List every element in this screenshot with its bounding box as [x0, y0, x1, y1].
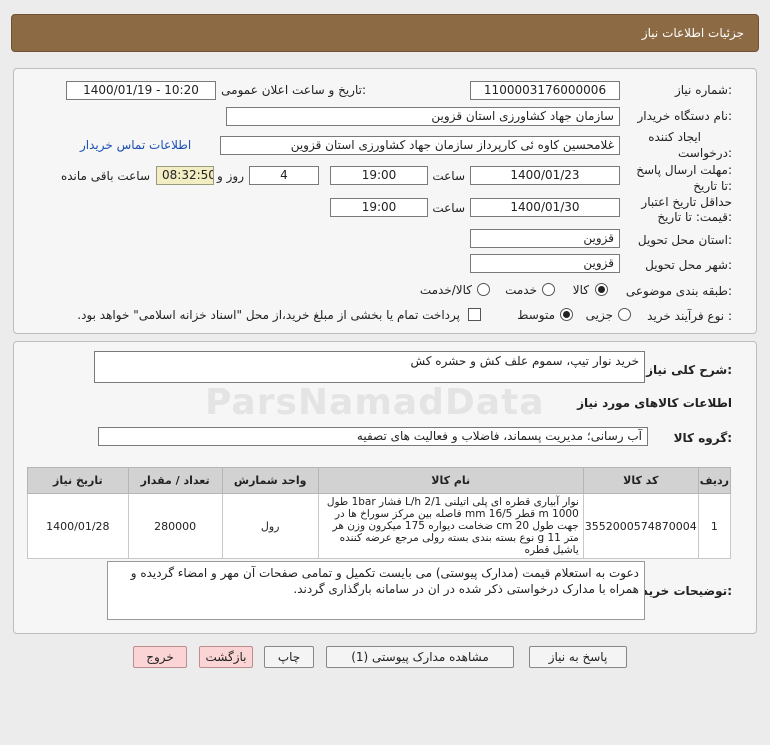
goods-group-field: آب رسانی؛ مدیریت پسماند، فاضلاب و فعالیت…: [98, 427, 648, 446]
need-number-field: 1100003176000006: [470, 81, 620, 100]
col-code: کد کالا: [582, 467, 699, 494]
view-documents-button[interactable]: مشاهده مدارک پیوستی (1): [326, 646, 514, 668]
buyer-contact-link[interactable]: اطلاعات تماس خریدار: [80, 138, 191, 152]
remaining-time-label: ساعت باقی مانده: [60, 169, 150, 183]
goods-section-title: اطلاعات کالاهای مورد نیاز: [577, 396, 732, 410]
process-option-minor: جزیی: [585, 308, 613, 322]
cell-row: 1: [697, 493, 732, 559]
buyer-org-label: نام دستگاه خریدار:: [637, 109, 733, 123]
payment-note: پرداخت تمام یا بخشی از مبلغ خرید،از محل …: [77, 308, 460, 322]
col-name: نام کالا: [317, 467, 584, 494]
process-label: نوع فرآیند خرید :: [647, 309, 732, 323]
reply-time-label: ساعت: [432, 169, 465, 183]
category-label: طبقه بندی موضوعی:: [625, 284, 732, 298]
reply-deadline-label-2: تا تاریخ:: [693, 179, 732, 193]
buyer-notes-field: دعوت به استعلام قیمت (مدارک پیوستی) می ب…: [107, 561, 645, 620]
category-option-goods-service: کالا/خدمت: [419, 283, 472, 297]
announce-field: 1400/01/19 - 10:20: [66, 81, 216, 100]
process-option-medium: متوسط: [517, 308, 555, 322]
cell-name: نوار آبیاری قطره ای پلی اتیلنی L/h 2/1 ف…: [317, 493, 584, 559]
category-option-goods: کالا: [572, 283, 589, 297]
col-date: تاریخ نیاز: [27, 467, 129, 494]
col-unit: واحد شمارش: [221, 467, 319, 494]
province-label: استان محل تحویل:: [637, 233, 732, 247]
treasury-payment-checkbox[interactable]: [468, 308, 481, 321]
process-radio-medium[interactable]: [560, 308, 573, 321]
page-header: جزئیات اطلاعات نیاز: [11, 14, 759, 52]
category-radio-goods-service[interactable]: [477, 283, 490, 296]
validity-time-field: 19:00: [330, 198, 428, 217]
days-label: روز و: [217, 169, 244, 183]
goods-table: ردیف کد کالا نام کالا واحد شمارش تعداد /…: [27, 467, 732, 559]
goods-group-label: گروه کالا:: [673, 431, 732, 445]
category-option-service: خدمت: [505, 283, 537, 297]
cell-code: 3552000574870004: [582, 493, 699, 559]
category-radio-goods[interactable]: [595, 283, 608, 296]
validity-label-2: قیمت: تا تاریخ:: [657, 210, 732, 224]
print-button[interactable]: چاپ: [264, 646, 314, 668]
summary-field: خرید نوار تیپ، سموم علف کش و حشره کش: [94, 351, 645, 383]
reply-time-field: 19:00: [330, 166, 428, 185]
remaining-time-field: 08:32:50: [156, 166, 214, 185]
process-radio-minor[interactable]: [618, 308, 631, 321]
creator-label-1: ایجاد کننده: [648, 130, 701, 144]
buyer-org-field: سازمان جهاد کشاورزی استان قزوین: [226, 107, 620, 126]
col-row: ردیف: [697, 467, 732, 494]
validity-label-1: حداقل تاریخ اعتبار: [641, 195, 732, 209]
province-field: قزوین: [470, 229, 620, 248]
category-radio-service[interactable]: [542, 283, 555, 296]
announce-label: تاریخ و ساعت اعلان عمومی:: [221, 83, 366, 97]
reply-button[interactable]: پاسخ به نیاز: [529, 646, 627, 668]
col-qty: تعداد / مقدار: [127, 467, 223, 494]
table-row: 1 3552000574870004 نوار آبیاری قطره ای پ…: [27, 493, 732, 559]
city-label: شهر محل تحویل:: [645, 258, 732, 272]
creator-field: غلامحسین کاوه ئی کارپرداز سازمان جهاد کش…: [220, 136, 620, 155]
back-button[interactable]: بازگشت: [199, 646, 253, 668]
goods-table-header: ردیف کد کالا نام کالا واحد شمارش تعداد /…: [27, 467, 732, 494]
city-field: قزوین: [470, 254, 620, 273]
validity-time-label: ساعت: [432, 201, 465, 215]
reply-date-field: 1400/01/23: [470, 166, 620, 185]
summary-label: شرح کلی نیاز:: [646, 363, 732, 377]
reply-deadline-label-1: مهلت ارسال پاسخ:: [636, 163, 732, 177]
cell-qty: 280000: [127, 493, 223, 559]
cell-unit: رول: [221, 493, 319, 559]
days-remaining-field: 4: [249, 166, 319, 185]
need-number-label: شماره نیاز:: [674, 83, 732, 97]
page-title: جزئیات اطلاعات نیاز: [641, 26, 744, 40]
exit-button[interactable]: خروج: [133, 646, 187, 668]
creator-label-2: درخواست:: [678, 146, 732, 160]
buyer-notes-label: توضیحات خریدار:: [630, 584, 732, 598]
validity-date-field: 1400/01/30: [470, 198, 620, 217]
cell-date: 1400/01/28: [27, 493, 129, 559]
